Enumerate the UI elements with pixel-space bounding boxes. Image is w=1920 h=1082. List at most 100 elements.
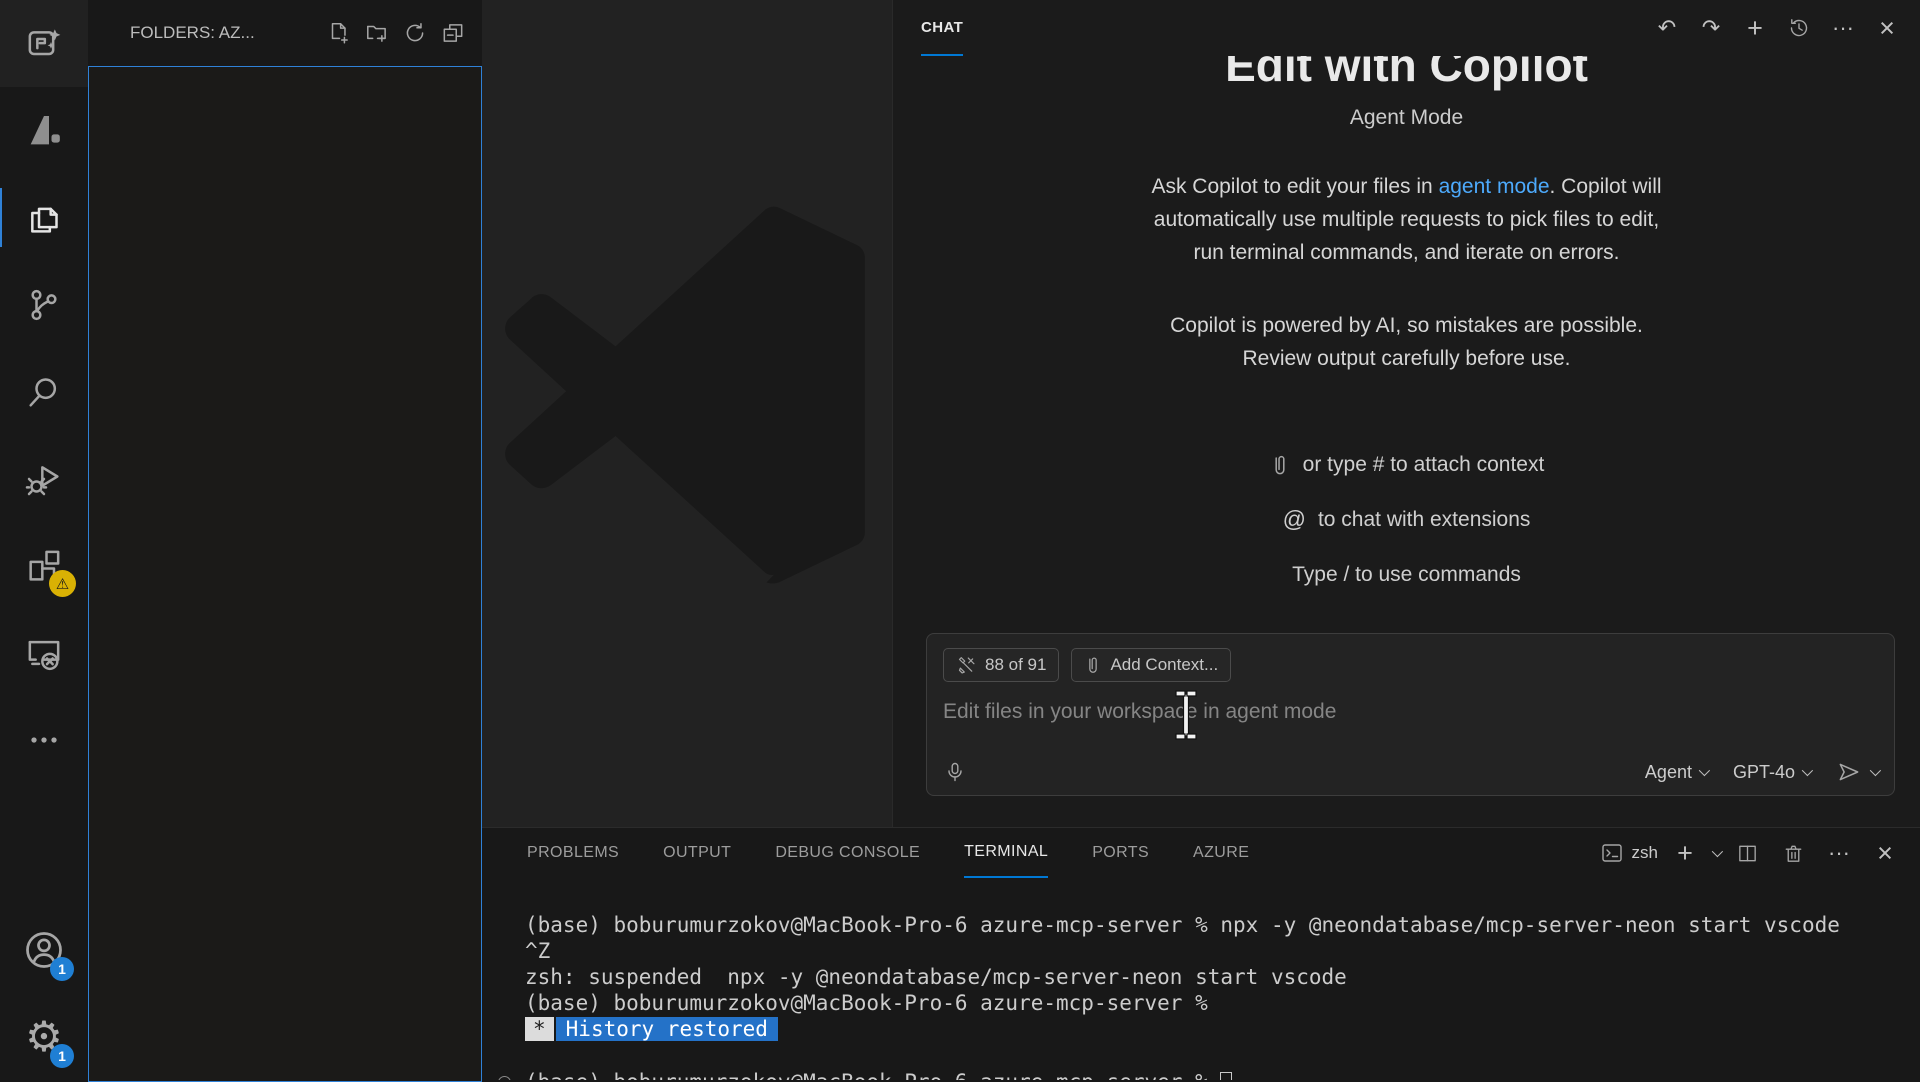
search-icon (24, 372, 64, 412)
kill-terminal-button[interactable] (1774, 834, 1812, 872)
tab-chat[interactable]: CHAT (921, 0, 963, 56)
terminal-line: (base) boburumurzokov@MacBook-Pro-6 azur… (482, 990, 1920, 1016)
chat-history-button[interactable] (1780, 9, 1818, 47)
new-chat-button[interactable]: + (1736, 9, 1774, 47)
chat-close-button[interactable]: × (1868, 9, 1906, 47)
panel-more-button[interactable]: ··· (1820, 834, 1858, 872)
bottom-panel: PROBLEMS OUTPUT DEBUG CONSOLE TERMINAL P… (482, 827, 1920, 1080)
more-icon (24, 720, 64, 760)
chat-more-button[interactable]: ··· (1824, 9, 1862, 47)
explorer-icon (24, 198, 64, 238)
active-indicator (0, 188, 2, 247)
terminal-line: zsh: suspended npx -y @neondatabase/mcp-… (482, 964, 1920, 990)
terminal-line: ^Z (482, 938, 1920, 964)
activity-item-extension-logo[interactable] (0, 87, 88, 174)
folders-tree-area[interactable] (88, 66, 482, 1082)
activity-item-run-debug[interactable] (0, 435, 88, 522)
new-folder-button[interactable] (358, 14, 396, 52)
chat-title-text: Edit with Copilot (893, 56, 1920, 92)
vscode-watermark-logo (497, 205, 877, 585)
model-label: GPT-4o (1733, 762, 1795, 783)
terminal-cursor (1220, 1072, 1232, 1080)
terminal-output[interactable]: (base) boburumurzokov@MacBook-Pro-6 azur… (482, 912, 1920, 1080)
activity-item-explorer[interactable] (0, 174, 88, 261)
new-terminal-button[interactable]: + (1666, 834, 1704, 872)
tab-azure[interactable]: AZURE (1193, 828, 1249, 878)
paperclip-icon (1269, 452, 1291, 478)
accounts-badge: 1 (50, 957, 74, 981)
agent-mode-link[interactable]: agent mode (1439, 175, 1550, 198)
sidebar-title: FOLDERS: AZ... (130, 23, 320, 43)
activity-item-settings[interactable]: ⚙ 1 (0, 993, 88, 1080)
tools-count-label: 88 of 91 (985, 655, 1046, 675)
activity-item-source-control[interactable] (0, 261, 88, 348)
activity-item-extensions[interactable]: ⚠ (0, 522, 88, 609)
history-restored-badge: History restored (556, 1017, 778, 1041)
activity-item-more[interactable] (0, 696, 88, 783)
hint-text: Type / to use commands (1292, 563, 1521, 587)
terminal-line: (base) boburumurzokov@MacBook-Pro-6 azur… (482, 912, 1920, 938)
shell-label: zsh (1632, 843, 1658, 863)
remote-explorer-icon (24, 633, 64, 673)
activity-bar: ⚠ 1 ⚙ 1 (0, 0, 88, 1080)
activity-item-copilot-edits[interactable] (0, 0, 88, 87)
hint-text: or type # to attach context (1303, 453, 1545, 477)
add-context-pill[interactable]: Add Context... (1071, 648, 1231, 682)
tab-problems[interactable]: PROBLEMS (527, 828, 619, 878)
at-icon: @ (1283, 506, 1306, 533)
new-file-button[interactable] (320, 14, 358, 52)
chat-header: CHAT ↶ ↷ + ··· × (893, 0, 1920, 56)
mode-dropdown[interactable]: Agent (1645, 762, 1707, 783)
chat-hints: or type # to attach context @ to chat wi… (893, 437, 1920, 602)
redo-button[interactable]: ↷ (1692, 9, 1730, 47)
sidebar-folders: FOLDERS: AZ... (88, 0, 482, 1080)
refresh-button[interactable] (396, 14, 434, 52)
undo-button[interactable]: ↶ (1648, 9, 1686, 47)
history-star: * (525, 1017, 554, 1041)
collapse-folders-button[interactable] (434, 14, 472, 52)
activity-item-remote-explorer[interactable] (0, 609, 88, 696)
editor-area[interactable] (482, 0, 892, 827)
shell-selector[interactable]: zsh (1600, 841, 1658, 865)
source-control-icon (24, 285, 64, 325)
paragraph-text: Copilot is powered by AI, so mistakes ar… (1170, 314, 1643, 337)
copilot-edits-icon (24, 24, 64, 64)
hint-commands: Type / to use commands (893, 547, 1920, 602)
paragraph-text: Review output carefully before use. (1242, 347, 1570, 370)
chat-welcome: Edit with Copilot Agent Mode Ask Copilot… (893, 56, 1920, 602)
model-dropdown[interactable]: GPT-4o (1733, 762, 1810, 783)
chat-panel: CHAT ↶ ↷ + ··· × Edit with Copilot Agent… (892, 0, 1920, 827)
terminal-line: (base) boburumurzokov@MacBook-Pro-6 azur… (525, 1070, 1208, 1080)
run-debug-icon (24, 459, 64, 499)
panel-tabs: PROBLEMS OUTPUT DEBUG CONSOLE TERMINAL P… (482, 828, 1920, 878)
extension-logo-icon (24, 111, 64, 151)
split-terminal-button[interactable] (1728, 834, 1766, 872)
chat-text-input[interactable]: Edit files in your workspace in agent mo… (943, 700, 1878, 724)
mic-button[interactable] (943, 759, 967, 785)
chat-input-box[interactable]: 88 of 91 Add Context... Edit files in yo… (926, 633, 1895, 796)
tools-count-pill[interactable]: 88 of 91 (943, 648, 1059, 682)
paragraph-text: run terminal commands, and iterate on er… (1193, 241, 1619, 264)
chat-title-clipped: Edit with Copilot (893, 56, 1920, 92)
paragraph-text: Ask Copilot to edit your files in (1151, 175, 1438, 198)
terminal-history-restored-line: *History restored (482, 1016, 1920, 1042)
tab-debug-console[interactable]: DEBUG CONSOLE (775, 828, 920, 878)
terminal-prompt-line: (base) boburumurzokov@MacBook-Pro-6 azur… (482, 1069, 1920, 1080)
panel-close-button[interactable]: × (1866, 834, 1904, 872)
tab-ports[interactable]: PORTS (1092, 828, 1149, 878)
tab-terminal[interactable]: TERMINAL (964, 828, 1048, 878)
chevron-down-icon (1802, 765, 1813, 776)
activity-item-accounts[interactable]: 1 (0, 906, 88, 993)
add-context-label: Add Context... (1110, 655, 1218, 675)
sidebar-header: FOLDERS: AZ... (88, 0, 482, 66)
tab-output[interactable]: OUTPUT (663, 828, 731, 878)
extensions-warning-badge: ⚠ (49, 570, 76, 597)
chat-paragraph-2: Copilot is powered by AI, so mistakes ar… (893, 309, 1920, 375)
send-button[interactable] (1836, 759, 1878, 785)
chat-paragraph-1: Ask Copilot to edit your files in agent … (893, 170, 1920, 269)
mode-label: Agent (1645, 762, 1692, 783)
paragraph-text: . Copilot will (1550, 175, 1662, 198)
new-terminal-dropdown-chevron[interactable] (1712, 846, 1723, 857)
activity-item-search[interactable] (0, 348, 88, 435)
send-options-chevron[interactable] (1870, 765, 1881, 776)
